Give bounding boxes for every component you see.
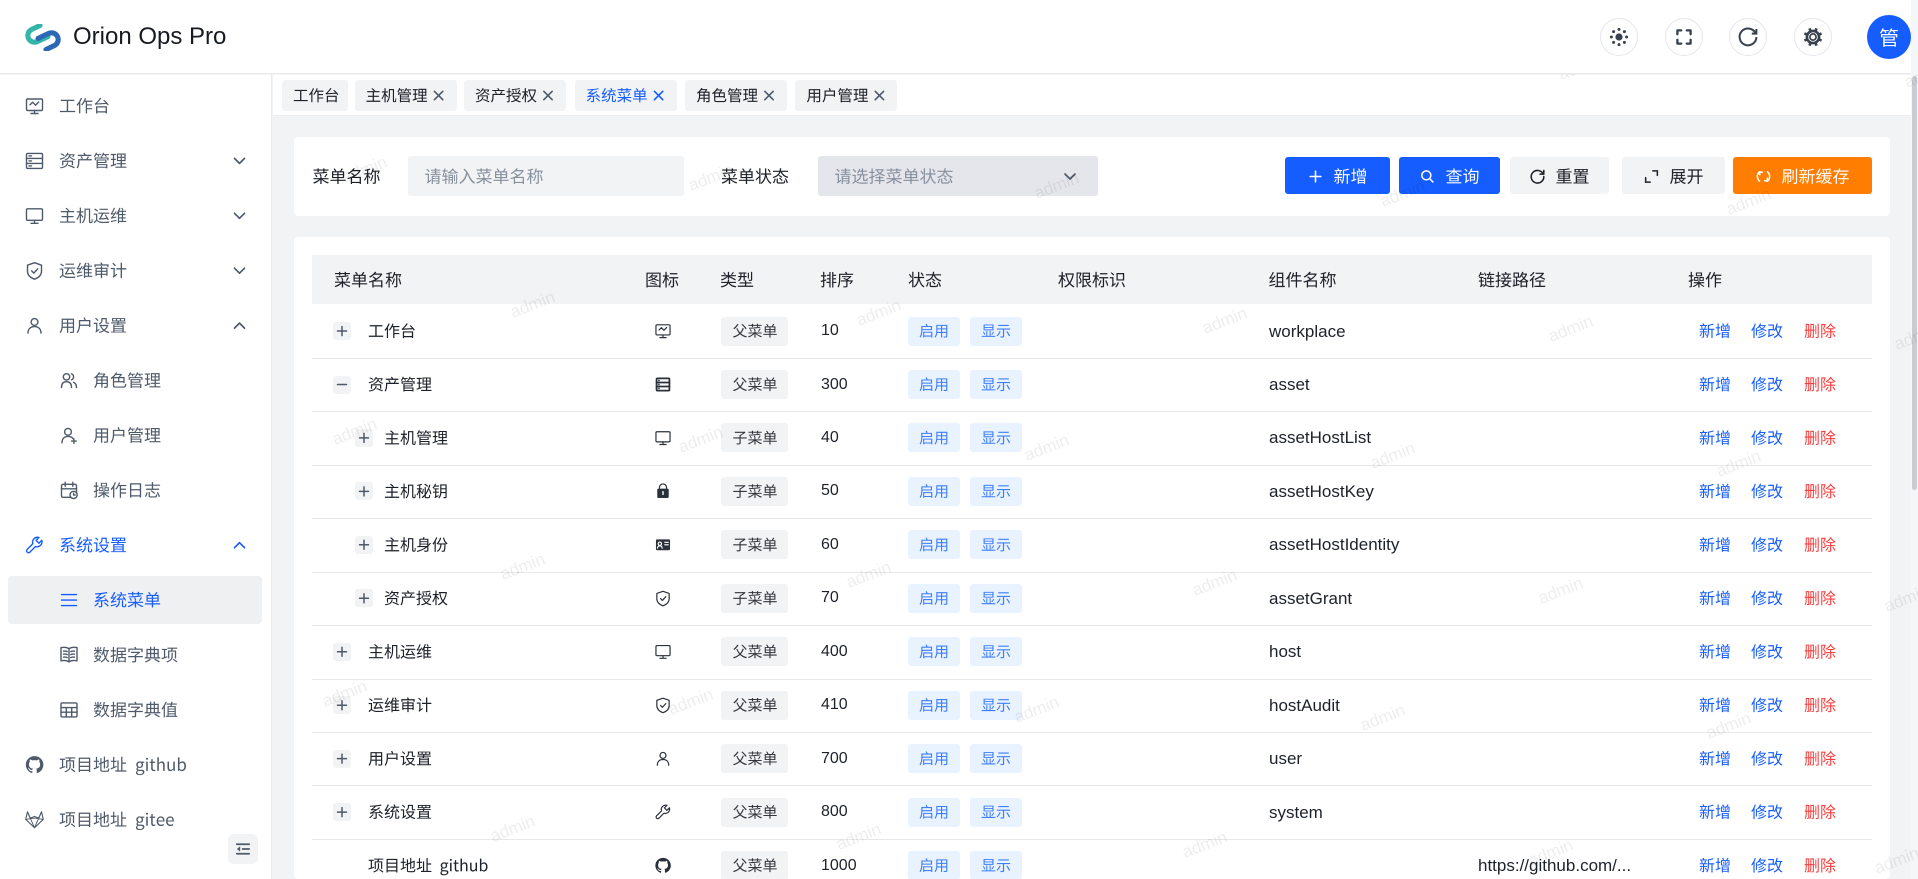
svg-text:admin: admin bbox=[1902, 57, 1918, 91]
svg-text:admin: admin bbox=[1882, 581, 1918, 615]
svg-text:admin: admin bbox=[844, 557, 894, 591]
svg-text:admin: admin bbox=[340, 152, 390, 186]
svg-text:admin: admin bbox=[686, 160, 736, 194]
svg-text:admin: admin bbox=[1012, 692, 1062, 726]
svg-text:admin: admin bbox=[1546, 311, 1596, 345]
svg-text:admin: admin bbox=[330, 414, 380, 448]
svg-text:admin: admin bbox=[1378, 176, 1428, 210]
svg-text:admin: admin bbox=[1724, 184, 1774, 218]
svg-text:admin: admin bbox=[508, 287, 558, 321]
svg-text:admin: admin bbox=[1358, 700, 1408, 734]
svg-text:admin: admin bbox=[1704, 708, 1754, 742]
svg-text:admin: admin bbox=[854, 295, 904, 329]
svg-text:admin: admin bbox=[1180, 827, 1230, 861]
svg-text:admin: admin bbox=[1022, 430, 1072, 464]
svg-text:admin: admin bbox=[1368, 438, 1418, 472]
svg-text:admin: admin bbox=[1526, 835, 1576, 869]
svg-text:admin: admin bbox=[676, 422, 726, 456]
svg-text:admin: admin bbox=[1714, 446, 1764, 480]
svg-text:admin: admin bbox=[1556, 49, 1606, 83]
svg-text:admin: admin bbox=[1872, 843, 1918, 877]
svg-text:admin: admin bbox=[834, 819, 884, 853]
svg-text:admin: admin bbox=[1190, 565, 1240, 599]
svg-text:admin: admin bbox=[666, 684, 716, 718]
svg-text:admin: admin bbox=[1892, 319, 1918, 353]
svg-text:admin: admin bbox=[1200, 303, 1250, 337]
svg-text:admin: admin bbox=[498, 549, 548, 583]
svg-text:admin: admin bbox=[1536, 573, 1586, 607]
svg-text:admin: admin bbox=[1032, 168, 1082, 202]
svg-text:admin: admin bbox=[488, 811, 538, 845]
